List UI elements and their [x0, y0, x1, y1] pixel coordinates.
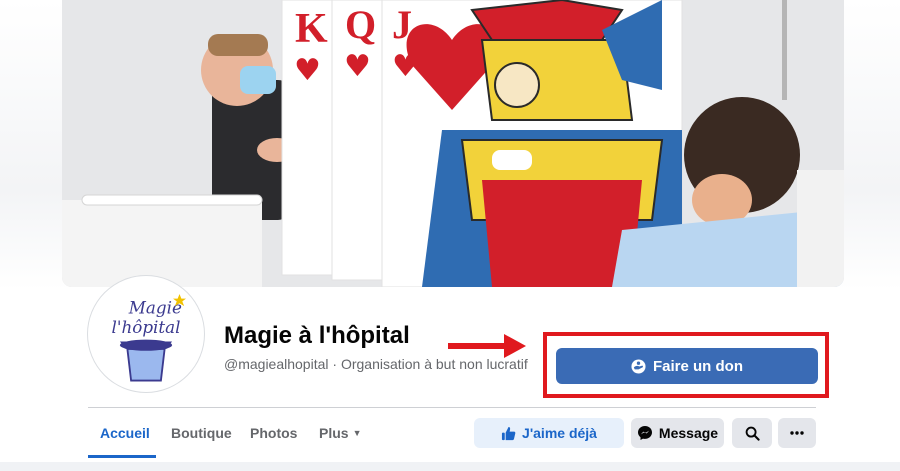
active-tab-indicator — [88, 455, 156, 458]
card-king-suit: ♥ — [294, 53, 321, 88]
cover-illustration: K Q J ♥ ♥ ♥ — [62, 0, 844, 287]
messenger-icon — [637, 426, 652, 440]
page-title: Magie à l'hôpital — [224, 322, 410, 349]
tab-plus-label: Plus — [319, 425, 349, 441]
card-queen-suit: ♥ — [344, 49, 371, 84]
page-handle[interactable]: @magiealhopital — [224, 356, 329, 372]
more-icon — [790, 431, 804, 435]
profile-avatar[interactable]: Magie l'hôpital — [88, 276, 204, 392]
page-bottom-strip — [0, 462, 900, 471]
search-button[interactable] — [732, 418, 772, 448]
page-subtitle: @magiealhopital · Organisation à but non… — [224, 356, 528, 372]
donate-button-label: Faire un don — [653, 357, 743, 375]
tab-accueil[interactable]: Accueil — [100, 425, 150, 441]
tab-photos[interactable]: Photos — [250, 425, 297, 441]
logo-line1: Magie — [128, 298, 182, 318]
cover-photo[interactable]: K Q J ♥ ♥ ♥ — [62, 0, 844, 287]
search-icon — [745, 426, 760, 441]
donate-button[interactable]: Faire un don — [556, 348, 818, 384]
like-button-label: J'aime déjà — [522, 425, 597, 441]
annotation-arrow-icon — [448, 334, 526, 358]
message-button[interactable]: Message — [631, 418, 724, 448]
message-button-label: Message — [658, 425, 719, 441]
tab-boutique[interactable]: Boutique — [171, 425, 232, 441]
header-divider — [88, 407, 816, 408]
card-queen-rank: Q — [345, 2, 376, 47]
card-king-rank: K — [295, 6, 328, 52]
page-category[interactable]: Organisation à but non lucratif — [341, 356, 528, 372]
logo-line2: l'hôpital — [112, 317, 181, 337]
donate-hand-icon — [631, 358, 646, 374]
like-button[interactable]: J'aime déjà — [474, 418, 624, 448]
subtitle-separator: · — [328, 356, 341, 372]
chevron-down-icon: ▼ — [352, 428, 362, 438]
tab-plus[interactable]: Plus ▼ — [319, 425, 362, 441]
magie-hopital-logo: Magie l'hôpital — [92, 280, 200, 388]
more-options-button[interactable] — [778, 418, 816, 448]
thumbs-up-icon — [501, 426, 516, 440]
